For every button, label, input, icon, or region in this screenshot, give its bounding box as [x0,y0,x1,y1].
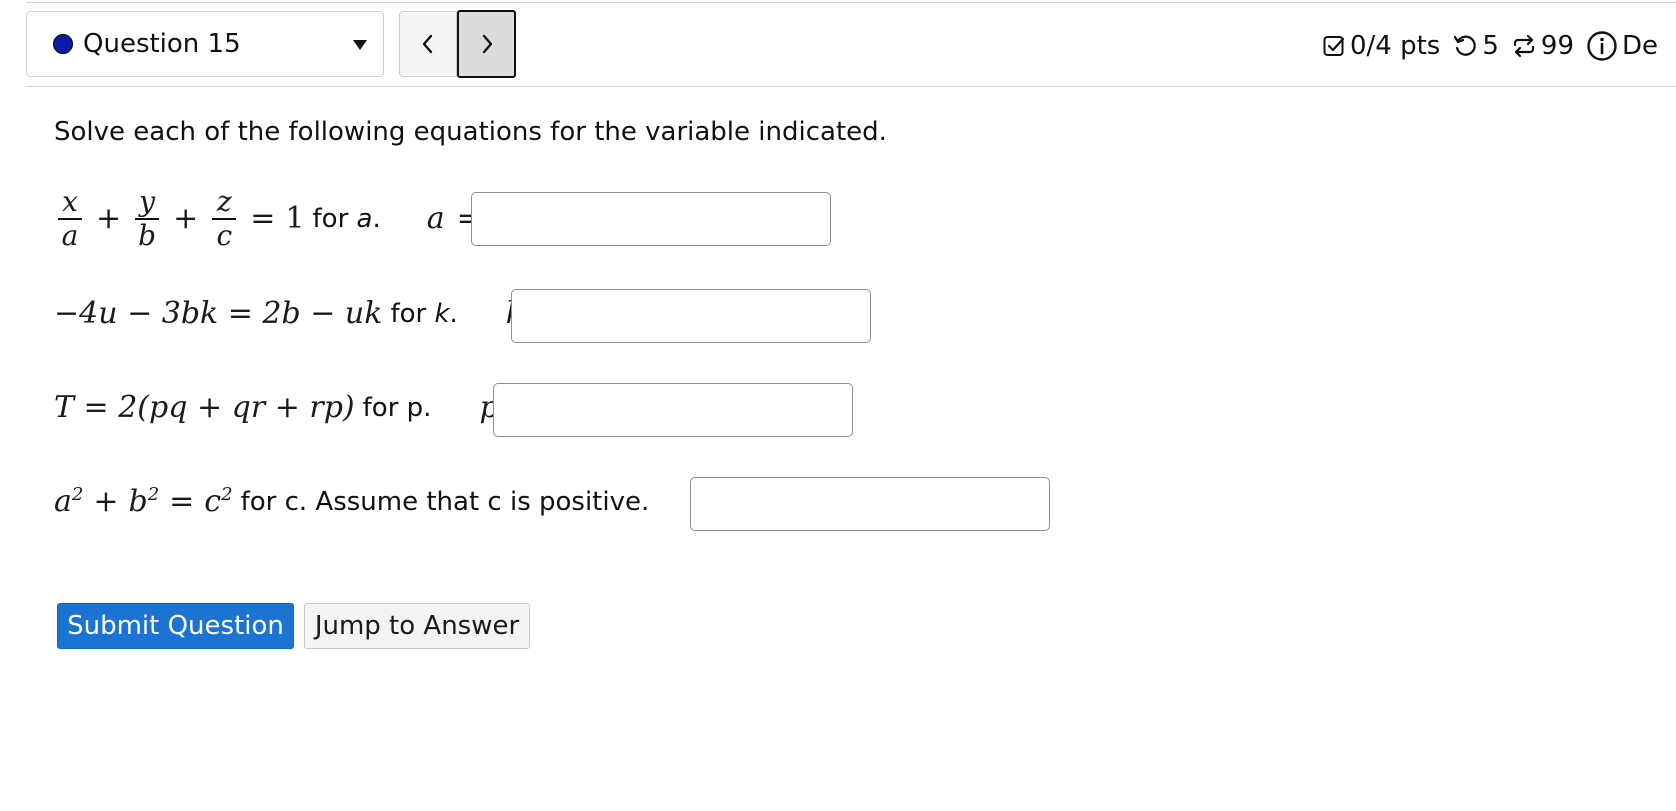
equation-expression: −4u − 3bk = 2b − uk [54,296,383,331]
undo-icon [1452,33,1478,59]
info-icon [1586,30,1618,62]
answer-input-k[interactable] [511,289,871,343]
fraction-numerator: y [139,185,156,218]
fraction-z-over-c: z c [212,185,237,252]
for-text: for p. [362,392,432,423]
retries-count: 5 [1482,31,1499,61]
equation-2: −4u − 3bk = 2b − uk for k. k = [54,296,546,331]
question-label: Question 15 [83,29,241,59]
next-question-button[interactable] [457,10,516,78]
fraction-denominator: b [138,218,157,252]
answer-input-a[interactable] [471,192,831,246]
caret-down-icon [353,40,367,50]
question-status-dot [53,34,73,54]
header-divider [26,86,1676,87]
answer-input-p[interactable] [493,383,853,437]
equation-1: x a + y b + z c = 1 for a. a = [54,186,492,252]
jump-to-answer-button[interactable]: Jump to Answer [304,603,530,649]
versions-status: 99 [1511,31,1574,61]
fraction-numerator: z [216,185,232,218]
fraction-x-over-a: x a [58,186,82,252]
equation-3: T = 2(pq + qr + rp) for p. p = [54,390,521,425]
answer-variable: a [426,201,445,237]
for-text: for a. [312,203,381,234]
points-status: 0/4 pts [1322,31,1440,61]
chevron-left-icon [422,34,433,54]
repeat-icon [1511,33,1537,59]
question-nav [399,10,516,79]
versions-count: 99 [1540,31,1574,61]
previous-question-button[interactable] [399,11,457,77]
fraction-denominator: a [61,218,79,252]
answer-input-c[interactable] [690,477,1050,531]
fraction-y-over-b: y b [135,185,160,252]
equation-4: a2 + b2 = c2 for c. Assume that c is positiv… [54,484,737,519]
top-divider [26,2,1676,3]
details-button[interactable]: De [1586,30,1658,62]
fraction-numerator: x [62,185,78,218]
submit-question-button[interactable]: Submit Question [57,603,294,649]
question-status-bar: 0/4 pts 5 99 De [1322,26,1658,66]
points-text: 0/4 pts [1350,31,1441,61]
fraction-denominator: c [216,218,233,252]
details-label: De [1622,31,1659,61]
equation-expression: a2 + b2 = c2 [54,484,233,519]
equation-rhs: 1 [285,201,305,237]
chevron-right-icon [482,34,492,54]
for-text: for k. [390,298,458,329]
checkbox-icon [1322,34,1346,58]
for-text: for c. Assume that c is positive. [240,486,650,517]
question-selector[interactable]: Question 15 [26,11,384,77]
retries-status: 5 [1452,31,1499,61]
question-prompt: Solve each of the following equations fo… [54,117,887,147]
equation-expression: T = 2(pq + qr + rp) [54,390,355,425]
